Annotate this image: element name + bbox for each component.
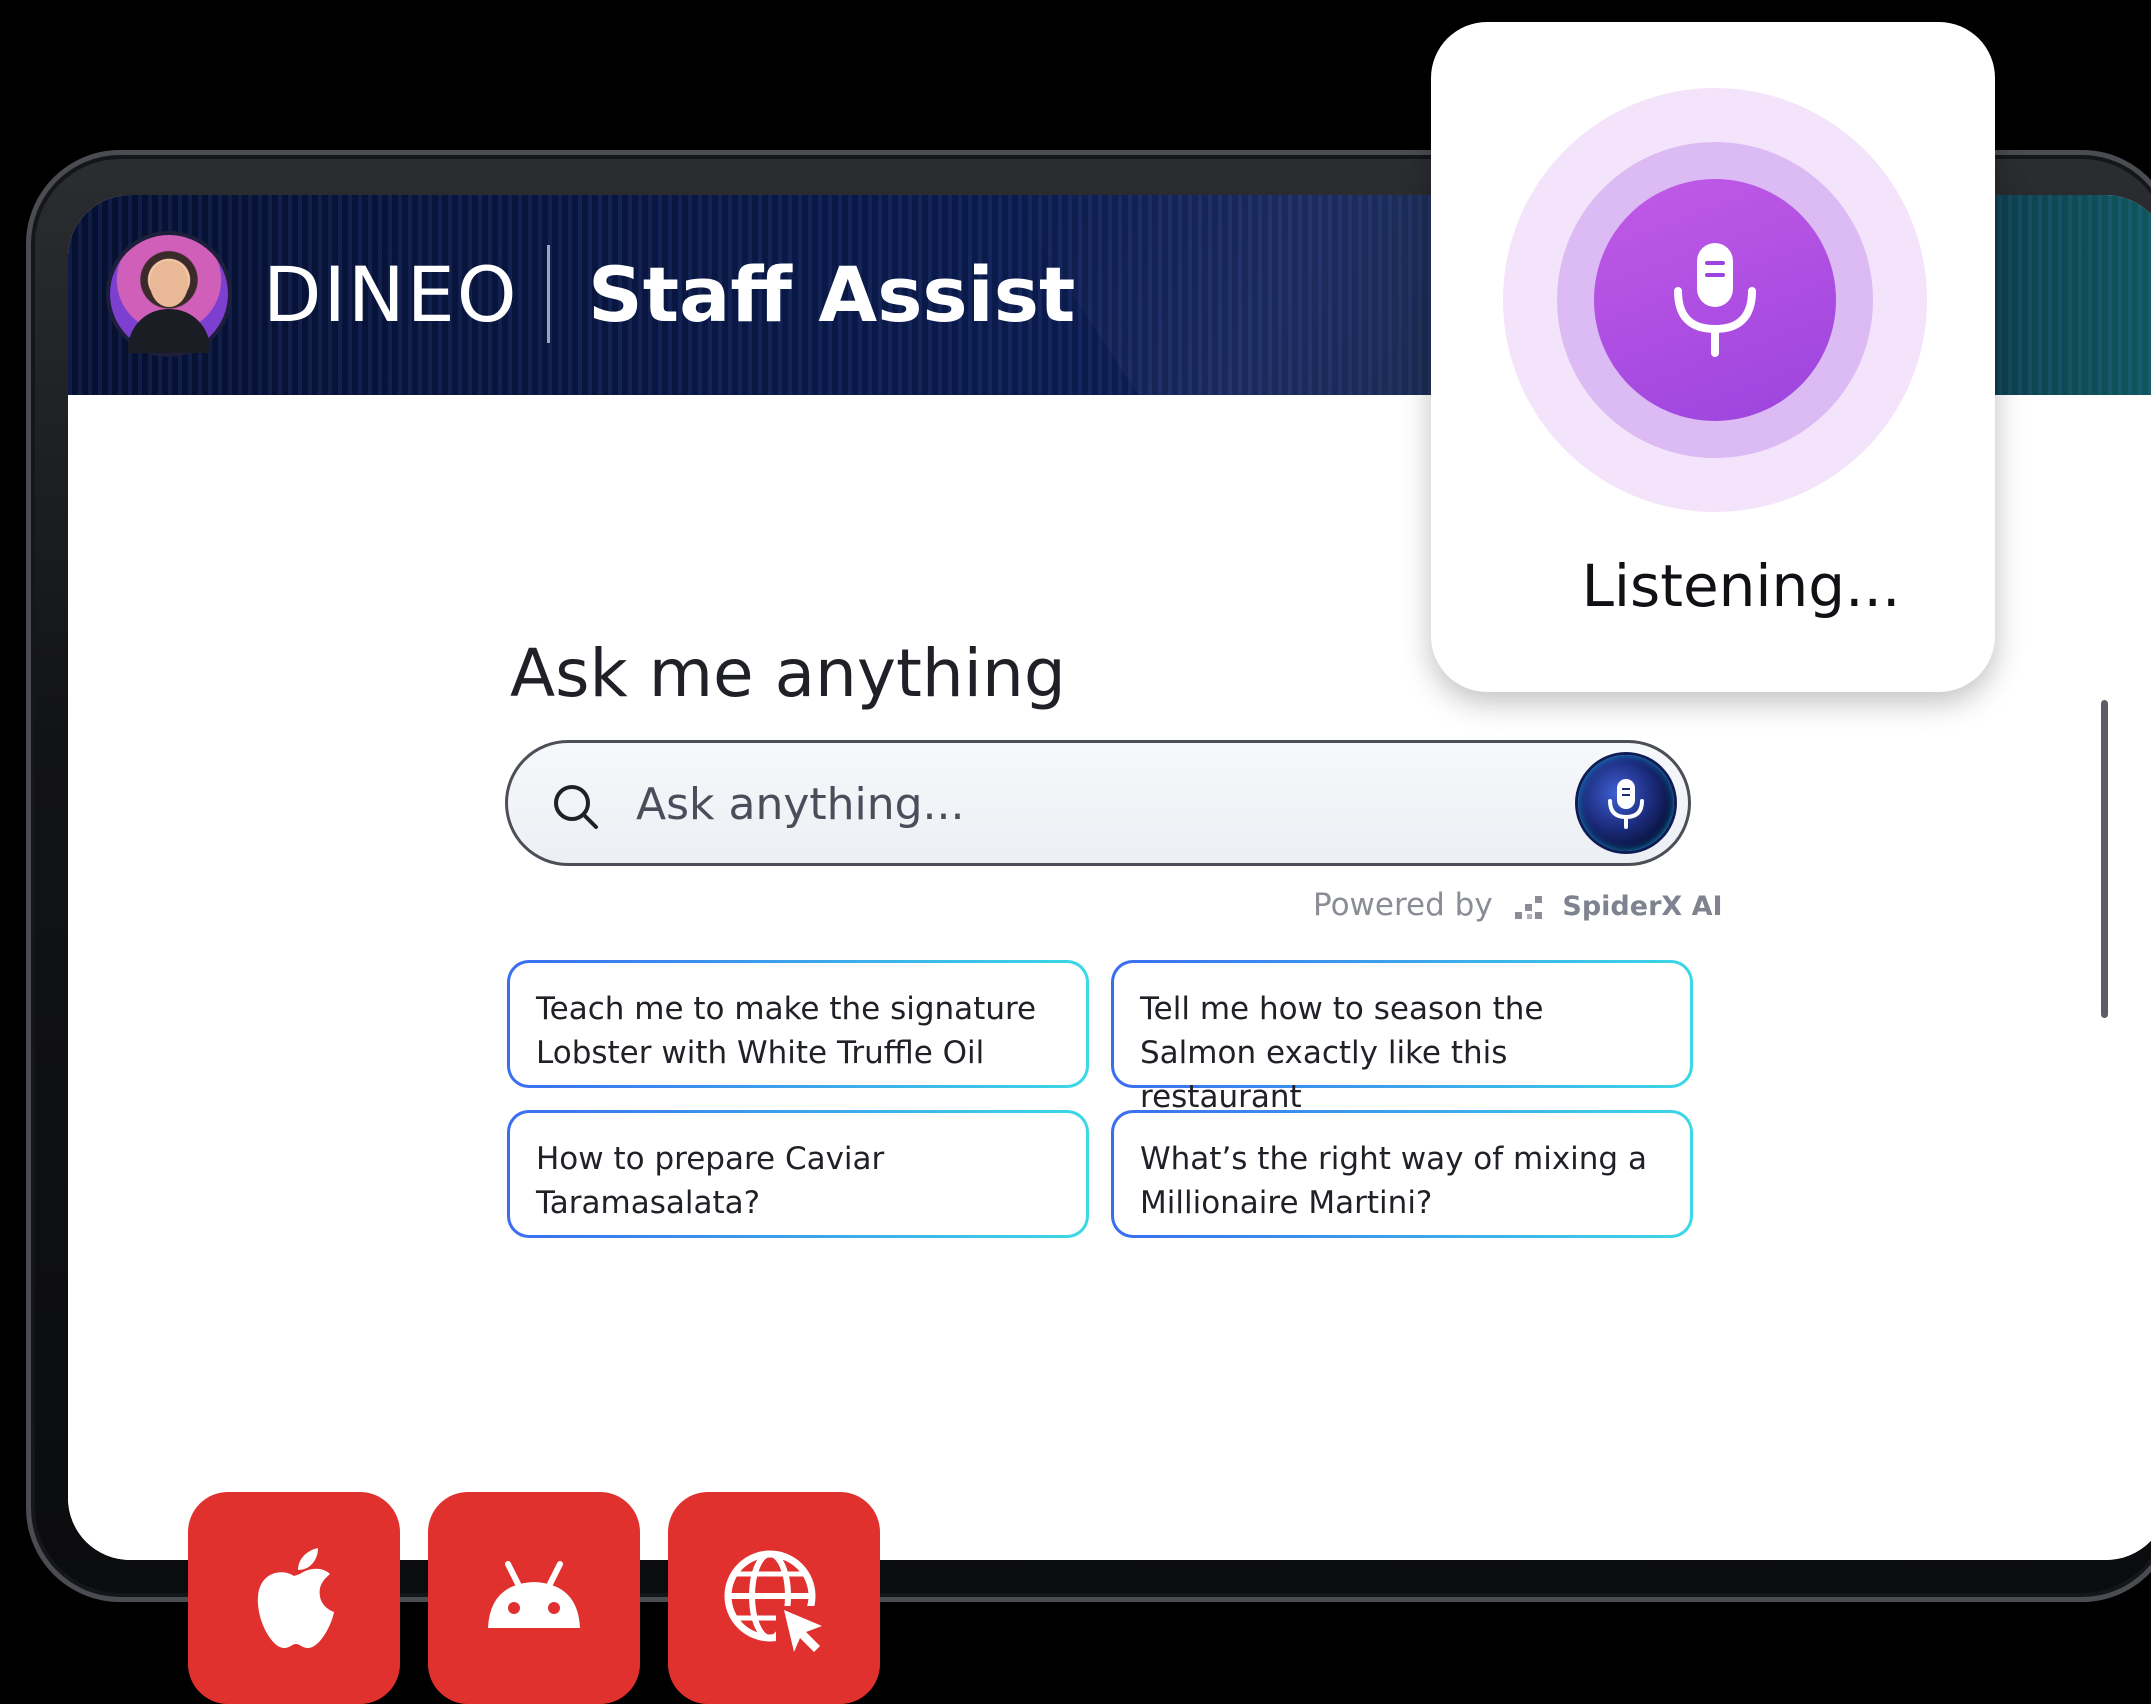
microphone-icon — [1608, 779, 1644, 829]
android-app-badge[interactable] — [428, 1492, 640, 1704]
suggestion-card[interactable]: Teach me to make the signature Lobster w… — [507, 960, 1089, 1088]
powered-by-company: SpiderX AI — [1562, 891, 1723, 922]
suggestion-card[interactable]: How to prepare Caviar Taramasalata? — [507, 1110, 1089, 1238]
web-icon — [724, 1550, 830, 1656]
suggestion-grid: Teach me to make the signature Lobster w… — [507, 960, 1693, 1230]
suggestion-card[interactable]: Tell me how to season the Salmon exactly… — [1111, 960, 1693, 1115]
scrollbar[interactable] — [2101, 700, 2108, 1018]
header-divider — [547, 245, 550, 343]
brand-name: DINEO — [263, 250, 519, 339]
search-icon — [554, 785, 598, 829]
avatar[interactable] — [110, 235, 228, 353]
microphone-icon — [1674, 243, 1756, 357]
web-app-badge[interactable] — [668, 1492, 880, 1704]
suggestion-card[interactable]: What’s the right way of mixing a Million… — [1111, 1110, 1693, 1238]
search-bar[interactable] — [505, 740, 1691, 866]
listening-status: Listening... — [1581, 552, 1901, 620]
powered-by-label: Powered by — [1313, 887, 1493, 923]
android-icon — [488, 1561, 580, 1628]
voice-input-button[interactable] — [1578, 755, 1674, 851]
product-name: Staff Assist — [588, 250, 1076, 339]
search-input[interactable] — [634, 765, 1538, 843]
page-title: Ask me anything — [510, 635, 1066, 712]
voice-mic-button[interactable] — [1594, 179, 1836, 421]
apple-icon — [257, 1548, 334, 1648]
listening-popup: Listening... — [1431, 22, 1995, 692]
powered-by: Powered by SpiderX AI — [1313, 887, 1723, 923]
apple-app-badge[interactable] — [188, 1492, 400, 1704]
spiderx-logo-icon — [1514, 895, 1542, 919]
